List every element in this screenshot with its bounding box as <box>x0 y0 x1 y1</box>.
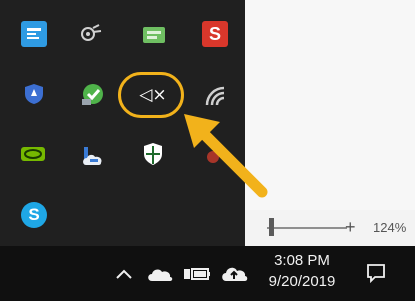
cloud-upload-icon[interactable] <box>218 258 250 288</box>
zoom-bar: + 124% <box>245 210 415 246</box>
tray-app-blue-icon[interactable] <box>21 21 47 47</box>
pointer-arrow <box>184 114 268 198</box>
taskbar: 3:08 PM 9/20/2019 <box>0 246 415 301</box>
zoom-level[interactable]: 124% <box>373 220 406 235</box>
skype-icon[interactable]: S <box>21 202 47 228</box>
tray-red-s-label: S <box>208 23 221 44</box>
green-app-icon[interactable] <box>141 22 167 48</box>
green-sync-icon[interactable] <box>80 81 106 107</box>
chevron-up-icon[interactable] <box>110 260 138 288</box>
battery-icon[interactable] <box>180 260 214 288</box>
wifi-icon[interactable] <box>203 83 229 109</box>
skype-label: S <box>28 205 40 224</box>
cloud-tray-icon[interactable] <box>80 142 106 168</box>
zoom-slider-thumb[interactable] <box>269 218 274 236</box>
defender-shield-icon[interactable] <box>140 141 166 167</box>
action-center-icon[interactable] <box>360 258 392 288</box>
nvidia-icon[interactable] <box>20 141 46 167</box>
clock-date: 9/20/2019 <box>268 273 336 290</box>
zoom-in-button[interactable]: + <box>345 217 356 238</box>
tray-red-s-icon[interactable]: S <box>202 21 228 47</box>
onedrive-icon[interactable] <box>144 260 176 288</box>
clock-time: 3:08 PM <box>274 252 330 269</box>
system-clock[interactable]: 3:08 PM 9/20/2019 <box>254 250 350 292</box>
highlight-circle <box>118 72 184 118</box>
zoom-slider-track[interactable] <box>267 227 347 229</box>
shield-app-icon[interactable] <box>21 81 47 107</box>
satellite-icon[interactable] <box>78 21 104 47</box>
